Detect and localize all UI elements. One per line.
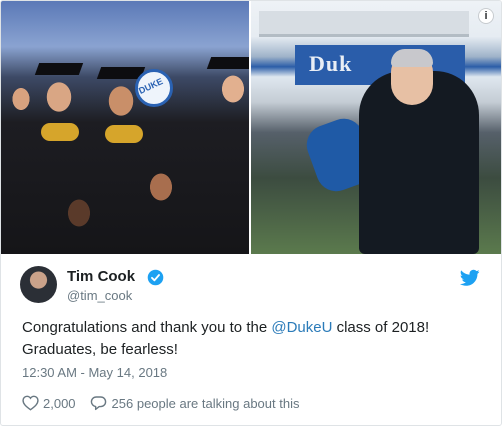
tweet-text-line-1: Congratulations and thank you to the @Du… [22, 317, 492, 339]
tweet-card: DUKE Duk i Tim Cook @tim_cook Congratula… [0, 0, 502, 426]
tweet-text: Congratulations and thank you to the @Du… [22, 317, 492, 361]
gold-stole [105, 125, 143, 143]
graduation-cap [34, 63, 84, 75]
timestamp[interactable]: 12:30 AM - May 14, 2018 [22, 365, 167, 380]
verified-badge-icon [147, 269, 164, 286]
stage-roof [259, 11, 469, 37]
info-icon[interactable]: i [479, 9, 493, 23]
author-handle[interactable]: @tim_cook [67, 288, 132, 303]
tweet-photos[interactable]: DUKE Duk i [1, 1, 501, 254]
tweet-text-before-mention: Congratulations and thank you to the [22, 319, 272, 336]
reply-bubble-icon[interactable] [90, 395, 107, 411]
tweet-text-after-mention: class of 2018! [332, 319, 430, 336]
hair [391, 49, 433, 67]
stage-banner-text: Duk [309, 51, 353, 76]
mention-link[interactable]: @DukeU [271, 319, 332, 336]
tweet-text-line-2: Graduates, be fearless! [22, 341, 178, 358]
graduation-cap [206, 57, 249, 69]
heart-icon[interactable] [22, 395, 39, 411]
likes-count[interactable]: 2,000 [43, 396, 76, 411]
photo-tim-cook[interactable]: Duk [251, 1, 501, 254]
photo-graduates[interactable]: DUKE [1, 1, 249, 254]
author-name[interactable]: Tim Cook [67, 268, 135, 285]
tweet-actions: 2,000 256 people are talking about this [22, 393, 299, 413]
talking-about-text[interactable]: 256 people are talking about this [112, 396, 300, 411]
avatar[interactable] [20, 266, 57, 303]
gold-stole [41, 123, 79, 141]
twitter-bird-icon[interactable] [460, 269, 480, 287]
